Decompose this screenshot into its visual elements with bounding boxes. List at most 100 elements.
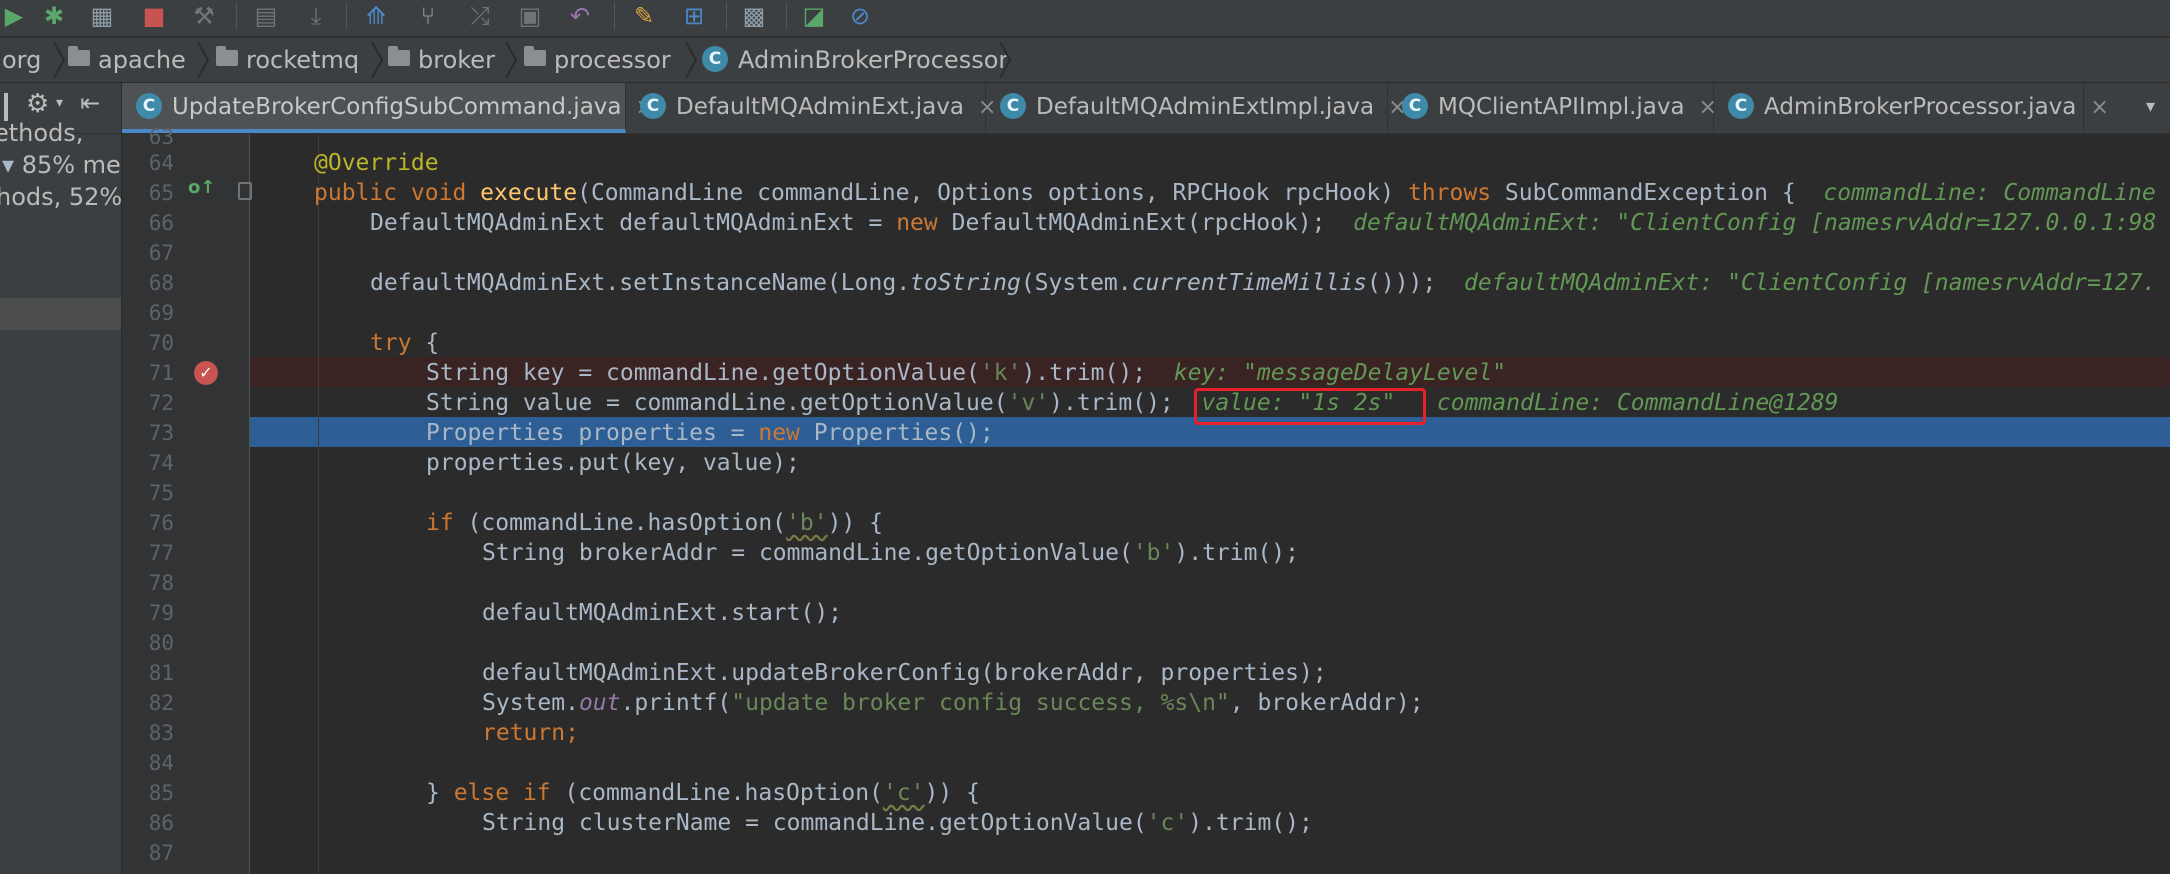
line-number: 79 bbox=[148, 601, 174, 625]
class-icon: C bbox=[640, 92, 666, 119]
code-line-65: public void execute(CommandLine commandL… bbox=[314, 178, 2156, 208]
line-number: 75 bbox=[148, 481, 174, 505]
close-icon[interactable]: × bbox=[2090, 95, 2108, 120]
line-number: 80 bbox=[148, 631, 174, 655]
merge-icon[interactable]: ⤮ bbox=[466, 2, 494, 30]
build-icon[interactable]: ⚒ bbox=[190, 2, 218, 30]
code-line-68: defaultMQAdminExt.setInstanceName(Long.t… bbox=[370, 268, 2156, 298]
code-line-71: String key = commandLine.getOptionValue(… bbox=[426, 358, 1506, 388]
collapse-icon[interactable]: ⇤ bbox=[80, 89, 100, 117]
breadcrumb-item-org[interactable]: org bbox=[2, 38, 41, 82]
chevron-right-icon bbox=[685, 41, 698, 79]
string-token: "update broker config success, %s\n" bbox=[731, 690, 1230, 716]
layout-icon[interactable]: ⊞ bbox=[680, 2, 708, 30]
main-toolbar: ▶ ✱ ▦ ■ ⚒ ▤ ⤓ ⟰ ⑂ ⤮ ▣ ↶ ✎ ⊞ ▩ ◪ ⊘ bbox=[0, 0, 2170, 37]
code-line-76: if (commandLine.hasOption('b')) { bbox=[426, 508, 883, 538]
toolbar-separator bbox=[346, 2, 347, 30]
chevron-right-icon bbox=[371, 41, 384, 79]
tool-icon[interactable]: ✎ bbox=[630, 2, 658, 30]
breadcrumb-label: org bbox=[2, 46, 42, 74]
debug-icon[interactable]: ✱ bbox=[40, 2, 68, 30]
line-number: 78 bbox=[148, 571, 174, 595]
history-icon[interactable]: ▣ bbox=[516, 2, 544, 30]
tab-label: AdminBrokerProcessor.java bbox=[1764, 94, 2077, 120]
stop-icon[interactable]: ■ bbox=[140, 2, 168, 30]
code-token: .printf( bbox=[620, 690, 732, 716]
code-token: ).trim(); bbox=[1049, 390, 1174, 416]
code-token: ())); bbox=[1367, 270, 1437, 296]
red-highlight-box bbox=[1194, 388, 1426, 425]
line-number: 68 bbox=[148, 271, 174, 295]
line-number: 77 bbox=[148, 541, 174, 565]
string-token: 'b' bbox=[1132, 540, 1175, 566]
coverage-panel: ⚙ ▾ ⇤ ethods, ▾ 85% met hods, 52% bbox=[0, 83, 122, 874]
string-token: 'c' bbox=[882, 780, 925, 806]
code-line-72: String value = commandLine.getOptionValu… bbox=[426, 388, 1838, 418]
keyword-token: if bbox=[426, 510, 468, 536]
tab-updatebrokerconfigsubcommand[interactable]: CUpdateBrokerConfigSubCommand.java× bbox=[122, 83, 654, 133]
code-line-77: String brokerAddr = commandLine.getOptio… bbox=[482, 538, 1299, 568]
coverage-line: ▾ 85% met bbox=[2, 151, 121, 179]
sdk-icon[interactable]: ⤓ bbox=[302, 2, 330, 30]
code-line-70: try { bbox=[370, 328, 439, 358]
chevron-down-icon[interactable]: ▾ bbox=[56, 95, 63, 111]
fold-icon[interactable] bbox=[238, 182, 252, 200]
chart-icon[interactable]: ◪ bbox=[800, 2, 828, 30]
vcs-icon[interactable]: ⟰ bbox=[362, 2, 390, 30]
code-editor[interactable] bbox=[249, 134, 2170, 874]
breakpoint-icon[interactable]: ✓ bbox=[194, 361, 218, 385]
tab-mqclientapiimpl[interactable]: C MQClientAPIImpl.java × bbox=[1388, 83, 1717, 133]
line-number: 86 bbox=[148, 811, 174, 835]
keyword-token: throws bbox=[1407, 180, 1505, 206]
code-token: ).trim(); bbox=[1188, 810, 1313, 836]
indent-guide bbox=[318, 134, 319, 874]
gear-icon[interactable]: ⚙ bbox=[26, 89, 49, 119]
tab-adminbrokerprocessor[interactable]: C AdminBrokerProcessor.java × bbox=[1714, 83, 2109, 133]
code-line-86: String clusterName = commandLine.getOpti… bbox=[482, 808, 1313, 838]
override-marker-icon[interactable]: o↑ bbox=[188, 177, 215, 198]
disable-icon[interactable]: ⊘ bbox=[846, 2, 874, 30]
revert-icon[interactable]: ↶ bbox=[566, 2, 594, 30]
code-token: } bbox=[426, 780, 454, 806]
selected-row[interactable] bbox=[0, 298, 121, 330]
tab-defaultmqadminext[interactable]: C DefaultMQAdminExt.java × bbox=[626, 83, 996, 133]
line-number: 87 bbox=[148, 841, 174, 865]
inline-debug-value: key: "messageDelayLevel" bbox=[1173, 360, 1507, 386]
project-structure-icon[interactable]: ▤ bbox=[252, 2, 280, 30]
static-method-token: currentTimeMillis bbox=[1131, 270, 1368, 296]
breadcrumb-label: broker bbox=[418, 46, 495, 74]
class-icon: C bbox=[136, 92, 162, 119]
keyword-token: else if bbox=[453, 780, 565, 806]
folder-icon bbox=[524, 46, 546, 66]
breadcrumb-item-adminbrokerprocessor[interactable]: C AdminBrokerProcessor bbox=[702, 38, 1008, 82]
run-icon[interactable]: ▶ bbox=[0, 2, 28, 30]
editor-tabs: C UpdateBrokerConfigSubCommand.java × C Def… bbox=[122, 83, 2170, 134]
coverage-line: ethods, bbox=[0, 119, 84, 147]
code-line-64: @Override bbox=[314, 148, 439, 178]
breadcrumb-item-rocketmq[interactable]: rocketmq bbox=[216, 38, 359, 82]
toolbar-separator bbox=[614, 2, 615, 30]
class-icon: C bbox=[1000, 92, 1026, 119]
breadcrumb-item-processor[interactable]: processor bbox=[524, 38, 671, 82]
inline-debug-value: defaultMQAdminExt: "ClientConfig [namesr… bbox=[1463, 270, 2157, 296]
code-token: defaultMQAdminExt.start(); bbox=[482, 600, 843, 626]
code-token: System. bbox=[482, 690, 579, 716]
breadcrumb-item-apache[interactable]: apache bbox=[68, 38, 186, 82]
breadcrumb-label: AdminBrokerProcessor bbox=[738, 46, 1009, 74]
breadcrumb-item-broker[interactable]: broker bbox=[388, 38, 495, 82]
tab-overflow-icon[interactable]: ▾ bbox=[2146, 83, 2155, 131]
method-name-token: execute bbox=[480, 180, 578, 206]
string-token: 'k' bbox=[979, 360, 1022, 386]
database-icon[interactable]: ▩ bbox=[740, 2, 768, 30]
line-number: 72 bbox=[148, 391, 174, 415]
coverage-icon[interactable]: ▦ bbox=[88, 2, 116, 30]
code-token: Properties properties = bbox=[426, 420, 759, 446]
git-icon[interactable]: ⑂ bbox=[414, 2, 442, 30]
chevron-right-icon bbox=[197, 41, 210, 79]
tab-defaultmqadminextimpl[interactable]: C DefaultMQAdminExtImpl.java × bbox=[986, 83, 1407, 133]
static-method-token: toString bbox=[910, 270, 1021, 296]
code-token: (commandLine.hasOption( bbox=[467, 510, 787, 536]
coverage-line: hods, 52% bbox=[0, 183, 122, 211]
keyword-token: new bbox=[758, 420, 814, 446]
class-icon: C bbox=[1402, 92, 1428, 119]
